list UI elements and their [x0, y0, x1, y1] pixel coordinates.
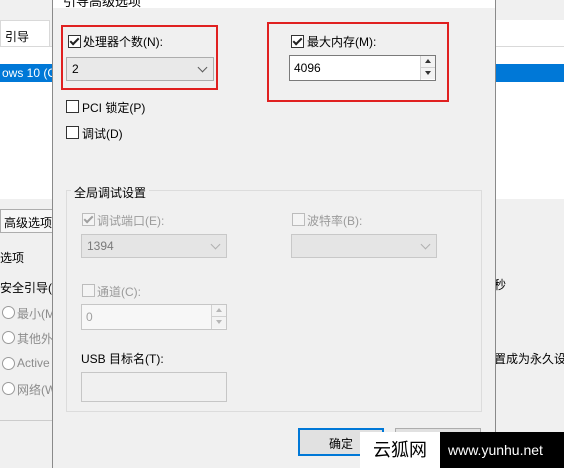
debug-port-select[interactable]: 1394 [81, 234, 227, 258]
debug-checkbox[interactable] [66, 126, 79, 139]
channel-value: 0 [86, 310, 93, 324]
watermark: 云狐网 www.yunhu.net [360, 432, 564, 468]
highlight-box-processors [61, 25, 218, 90]
os-entry-selection [494, 64, 564, 82]
advanced-options-button[interactable]: 高级选项 [0, 209, 60, 233]
spin-down-icon[interactable] [212, 317, 226, 328]
debug-port-label: 调试端口(E): [97, 214, 165, 228]
radio-active-directory-label: Active [17, 356, 50, 370]
boot-list-right [494, 20, 564, 46]
radio-alternate-shell[interactable] [2, 331, 15, 344]
watermark-brand: 云狐网 [360, 432, 440, 468]
debug-port-value: 1394 [87, 239, 114, 253]
debug-port-checkbox[interactable] [82, 213, 95, 226]
make-permanent-label: 置成为永久设 [494, 352, 564, 366]
channel-checkbox[interactable] [82, 284, 95, 297]
tab-boot-label: 引导 [5, 30, 30, 44]
channel-label: 通道(C): [97, 285, 141, 299]
channel-spinner[interactable]: 0 [81, 304, 227, 330]
watermark-url: www.yunhu.net [448, 442, 543, 458]
chevron-down-icon [420, 239, 431, 250]
radio-minimal[interactable] [2, 306, 15, 319]
dialog-titlebar[interactable]: 引导高级选项 [53, 0, 495, 8]
os-entry-label: ows 10 (C [2, 66, 57, 80]
safe-boot-label: 安全引导( [0, 281, 52, 295]
pci-lock-label: PCI 锁定(P) [82, 101, 146, 115]
radio-alternate-shell-label: 其他外 [17, 332, 54, 346]
usb-target-label: USB 目标名(T): [81, 352, 164, 366]
dialog-title: 引导高级选项 [63, 0, 142, 8]
advanced-options-label: 高级选项 [4, 216, 53, 230]
debug-label: 调试(D) [82, 127, 123, 141]
baud-rate-checkbox[interactable] [292, 213, 305, 226]
usb-target-input[interactable] [81, 372, 227, 402]
highlight-box-max-memory [267, 22, 449, 102]
chevron-down-icon [210, 239, 221, 250]
baud-rate-label: 波特率(B): [307, 214, 363, 228]
spin-up-icon[interactable] [212, 305, 226, 317]
baud-rate-select[interactable] [291, 234, 437, 258]
radio-network[interactable] [2, 382, 15, 395]
radio-network-label: 网络(W [17, 383, 57, 397]
boot-advanced-options-dialog: 引导高级选项 处理器个数(N): 2 最大内存(M): 4096 PCI 锁定(… [52, 0, 496, 468]
radio-active-directory[interactable] [2, 357, 15, 370]
tab-boot[interactable]: 引导 [0, 20, 50, 49]
divider [0, 420, 60, 421]
global-debug-title: 全局调试设置 [71, 184, 150, 201]
pci-lock-checkbox[interactable] [66, 100, 79, 113]
os-entry[interactable]: ows 10 (C [0, 64, 60, 82]
radio-minimal-label: 最小(M [17, 307, 55, 321]
boot-options-label: 选项 [0, 251, 25, 265]
channel-spin-buttons [211, 305, 226, 329]
